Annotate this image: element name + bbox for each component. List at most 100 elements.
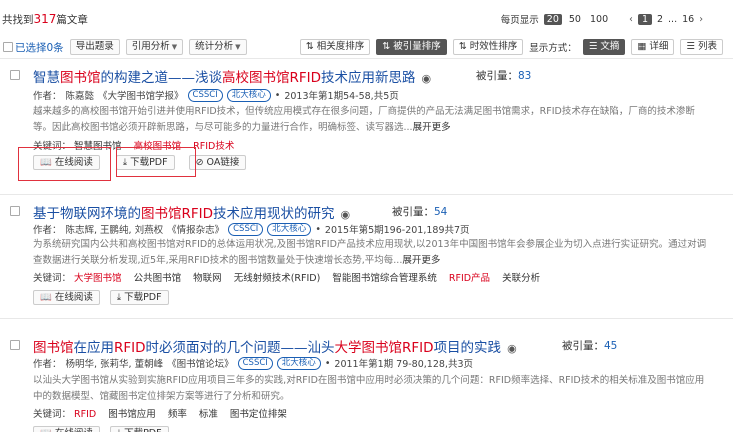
- page-size-20[interactable]: 20: [543, 13, 562, 25]
- keyword[interactable]: 公共图书馆: [134, 273, 182, 284]
- chevron-down-icon: ▼: [171, 43, 178, 51]
- result-meta: 作者： 杨明华, 张莉华, 董朝峰 《图书馆论坛》 CSSCI 北大核心 • 2…: [33, 356, 473, 370]
- keyword[interactable]: 关联分析: [502, 273, 540, 284]
- result-item: 图书馆在应用RFID时必须面对的几个问题——汕头大学图书馆RFID项目的实践 ◉ …: [0, 336, 733, 432]
- result-title[interactable]: 图书馆在应用RFID时必须面对的几个问题——汕头大学图书馆RFID项目的实践 ◉: [33, 336, 517, 356]
- page-size-50[interactable]: 50: [567, 14, 583, 25]
- eye-icon[interactable]: ◉: [507, 342, 517, 355]
- pagination: 每页显示 20 50 100 ‹ 1 2 ... 16 ›: [501, 12, 703, 26]
- abstract: 以汕头大学图书馆从实验到实施RFID应用项目三年多的实践,对RFID在图书馆中应…: [33, 375, 705, 402]
- authors[interactable]: 杨明华, 张莉华, 董朝峰: [66, 356, 164, 370]
- highlight-box: [18, 147, 111, 181]
- highlight-box: [116, 147, 196, 177]
- cite-analysis-dropdown[interactable]: 引用分析 ▼: [125, 39, 184, 55]
- issue-info: 2011年第1期 79-80,128,共3页: [334, 359, 473, 370]
- keyword[interactable]: 图书馆应用: [108, 409, 156, 420]
- book-icon: 📖: [40, 292, 52, 303]
- authors[interactable]: 陈志辉, 王鹏纯, 刘燕权: [66, 222, 164, 236]
- view-detail-button[interactable]: ▦ 详细: [631, 39, 675, 55]
- export-button[interactable]: 导出题录: [69, 39, 120, 55]
- result-item: 智慧图书馆的构建之道——浅谈高校图书馆RFID技术应用新思路 ◉ 被引量：83 作…: [0, 66, 733, 188]
- selected-count: 已选择0条: [15, 41, 64, 54]
- page-last[interactable]: 16: [682, 14, 694, 25]
- page-ellipsis: ...: [668, 13, 678, 25]
- index-tag: 北大核心: [267, 222, 312, 236]
- result-actions: 📖在线阅读 ⤓下载PDF: [33, 426, 169, 432]
- page-next-icon[interactable]: ›: [699, 14, 703, 25]
- page-size-100[interactable]: 100: [588, 14, 610, 25]
- page-current[interactable]: 1: [637, 13, 652, 25]
- stats-analysis-dropdown[interactable]: 统计分析 ▼: [189, 39, 247, 55]
- read-online-button[interactable]: 📖在线阅读: [33, 290, 100, 305]
- keywords: 关键词： RFID 图书馆应用 频率 标准 图书定位排架: [33, 409, 287, 420]
- results-toolbar: 已选择0条 导出题录 引用分析 ▼ 统计分析 ▼ ⇅ 相关度排序 ⇅ 被引量排序 ⇅…: [0, 36, 733, 58]
- authors[interactable]: 陈嘉懿: [66, 88, 95, 102]
- download-pdf-button[interactable]: ⤓下载PDF: [109, 290, 169, 305]
- result-title[interactable]: 智慧图书馆的构建之道——浅谈高校图书馆RFID技术应用新思路 ◉: [33, 66, 431, 86]
- sort-icon: ⇅: [382, 41, 391, 52]
- download-icon: ⤓: [116, 292, 122, 303]
- index-tag: CSSCI: [237, 356, 273, 370]
- sort-citation-button[interactable]: ⇅ 被引量排序: [376, 39, 447, 55]
- result-meta: 作者： 陈志辉, 王鹏纯, 刘燕权 《情报杂志》 CSSCI 北大核心 • 20…: [33, 222, 470, 236]
- cited-count: 被引量：54: [392, 206, 448, 218]
- cited-count: 被引量：45: [562, 340, 618, 352]
- read-online-button[interactable]: 📖在线阅读: [33, 426, 100, 432]
- issue-info: 2015年第5期196-201,189共7页: [324, 225, 470, 236]
- download-pdf-button[interactable]: ⤓下载PDF: [109, 426, 169, 432]
- keyword[interactable]: 频率: [168, 409, 187, 420]
- keyword[interactable]: RFID产品: [449, 273, 490, 284]
- sort-icon: ⇅: [458, 41, 467, 52]
- sort-relevance-button[interactable]: ⇅ 相关度排序: [299, 39, 371, 55]
- result-checkbox[interactable]: [10, 206, 20, 216]
- result-item: 基于物联网环境的图书馆RFID技术应用现状的研究 ◉ 被引量：54 作者： 陈志辉…: [0, 202, 733, 312]
- abstract: 越来越多的高校图书馆开始引进并使用RFID技术，但传统应用模式存在很多问题，厂商…: [33, 106, 695, 133]
- index-tag: 北大核心: [276, 356, 321, 370]
- result-meta: 作者： 陈嘉懿 《大学图书馆学报》 CSSCI 北大核心 • 2013年第1期5…: [33, 88, 399, 102]
- list-icon: ☰: [686, 41, 695, 52]
- chevron-down-icon: ▼: [235, 43, 241, 51]
- result-title[interactable]: 基于物联网环境的图书馆RFID技术应用现状的研究 ◉: [33, 202, 350, 222]
- view-list-button[interactable]: ☰ 列表: [680, 39, 723, 55]
- keyword[interactable]: 无线射频技术(RFID): [234, 273, 321, 284]
- link-icon: ⊘: [195, 157, 204, 168]
- select-all-checkbox[interactable]: [3, 42, 13, 52]
- index-tag: CSSCI: [228, 222, 264, 236]
- keyword[interactable]: 大学图书馆: [74, 273, 122, 284]
- issue-info: 2013年第1期54-58,共5页: [284, 91, 399, 102]
- divider: [0, 194, 733, 195]
- keyword[interactable]: RFID: [74, 409, 96, 420]
- journal[interactable]: 《图书馆论坛》: [167, 356, 234, 370]
- keyword[interactable]: 标准: [199, 409, 218, 420]
- divider: [0, 58, 733, 59]
- result-checkbox[interactable]: [10, 70, 20, 80]
- index-tag: 北大核心: [226, 88, 271, 102]
- journal[interactable]: 《大学图书馆学报》: [98, 88, 184, 102]
- page-2[interactable]: 2: [657, 14, 663, 25]
- eye-icon[interactable]: ◉: [422, 72, 432, 85]
- sort-timeliness-button[interactable]: ⇅ 时效性排序: [452, 39, 524, 55]
- download-icon: ⤓: [117, 427, 121, 432]
- page-size-label: 每页显示: [500, 15, 539, 26]
- abstract: 为系统研究国内公共和高校图书馆对RFID的总体运用状况,及图书馆RFID产品技术…: [33, 239, 707, 266]
- view-abstract-button[interactable]: ☰ 文摘: [582, 39, 626, 55]
- page-prev-icon[interactable]: ‹: [629, 14, 633, 25]
- result-checkbox[interactable]: [10, 340, 20, 350]
- expand-more-link[interactable]: 展开更多: [413, 122, 451, 133]
- keyword[interactable]: RFID技术: [193, 141, 234, 152]
- view-mode-label: 显示方式：: [529, 43, 577, 54]
- cited-count: 被引量：83: [476, 70, 532, 82]
- journal[interactable]: 《情报杂志》: [167, 222, 224, 236]
- keyword[interactable]: 物联网: [193, 273, 222, 284]
- eye-icon[interactable]: ◉: [341, 208, 351, 221]
- keyword[interactable]: 智能图书馆综合管理系统: [332, 273, 437, 284]
- result-count-number: 317: [33, 12, 57, 26]
- result-count: 共找到317篇文章: [2, 12, 88, 26]
- expand-more-link[interactable]: 展开更多: [402, 255, 440, 266]
- sort-icon: ⇅: [305, 41, 314, 52]
- keyword[interactable]: 图书定位排架: [230, 409, 287, 420]
- keywords: 关键词： 大学图书馆 公共图书馆 物联网 无线射频技术(RFID) 智能图书馆综…: [33, 273, 541, 284]
- results-header: 共找到317篇文章 每页显示 20 50 100 ‹ 1 2 ... 16 ›: [0, 0, 733, 40]
- oa-link-button[interactable]: ⊘ OA链接: [188, 155, 247, 170]
- book-icon: 📖: [40, 427, 52, 432]
